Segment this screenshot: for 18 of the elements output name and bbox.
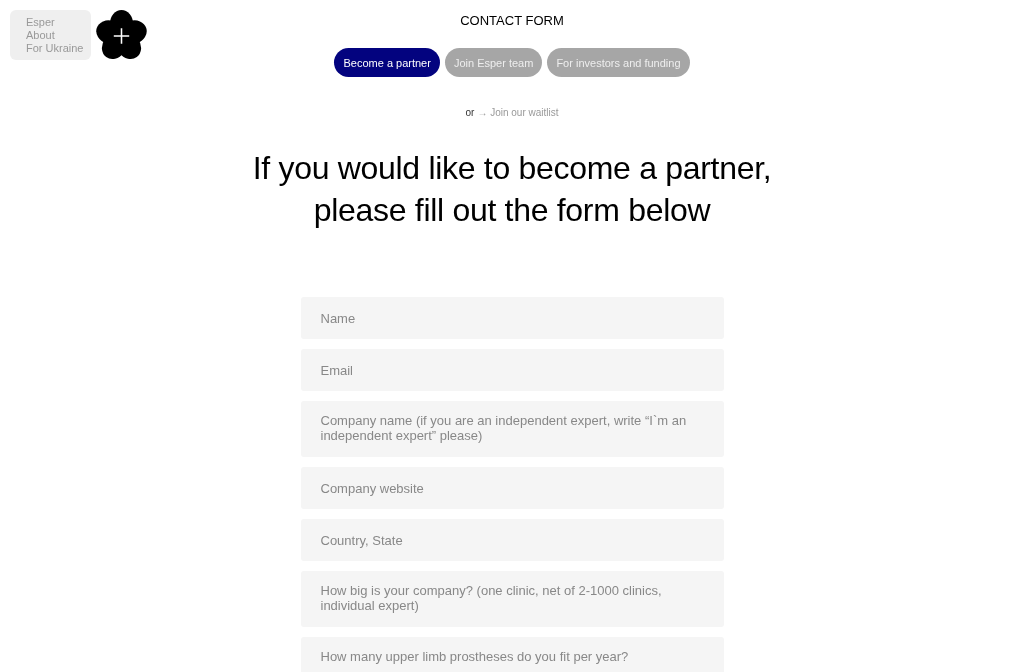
input-field[interactable]: Email [300,349,724,391]
form-heading: If you would like to become a partner, please fill out the form below [251,149,773,230]
form-tab[interactable]: Become a partner [334,48,440,77]
page-title: CONTACT FORM [460,13,564,29]
form-tab[interactable]: Join Esper team [444,48,543,77]
form-tab[interactable]: For investors and funding [547,48,690,77]
waitlist-link[interactable]: → Join our waitlist [477,107,559,118]
input-field[interactable]: How many upper limb prostheses do you fit per year? [300,637,724,672]
or-text: or [465,107,475,118]
input-field[interactable]: How big is your company? (one clinic, net of 2-1000 clinics, individual expert) [300,571,724,627]
menu-link[interactable]: For Ukraine [26,42,84,55]
menu-link[interactable]: Esper [26,16,84,29]
flower-logo-icon[interactable] [95,10,148,62]
input-field[interactable]: Name [300,297,724,339]
input-field[interactable]: Company name (if you are an independent expert, write “I`m an independent expert” please) [300,401,724,457]
menu-link[interactable]: About [26,29,84,42]
input-field[interactable]: Country, State [300,519,724,561]
input-field[interactable]: Company website [300,467,724,509]
